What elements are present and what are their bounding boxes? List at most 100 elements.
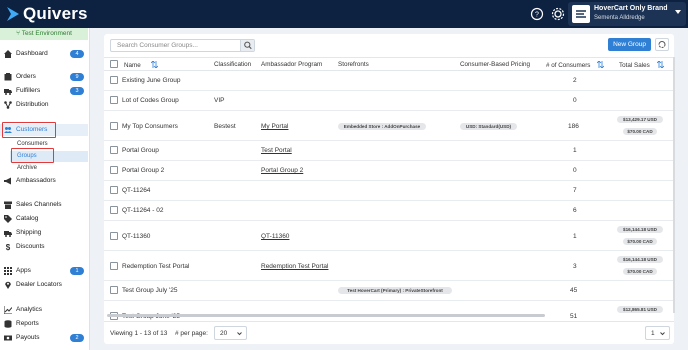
store-icon (4, 201, 12, 209)
sidebar-item-orders[interactable]: Orders 9 (0, 71, 88, 83)
truck-icon (4, 89, 12, 95)
chevron-down-icon (660, 332, 665, 336)
analytics-icon (4, 306, 12, 314)
orders-icon (4, 73, 12, 81)
sales-pill: $16,144.18 USD (617, 256, 663, 263)
sidebar-item-label: Fulfillers (16, 87, 41, 94)
group-name[interactable]: QT-11360 (122, 233, 150, 240)
logo[interactable]: Quivers (6, 4, 88, 24)
table-row[interactable]: Existing June Group 2 (104, 71, 674, 91)
table-row[interactable]: Portal Group 2 Portal Group 2 0 (104, 161, 674, 181)
row-checkbox[interactable] (110, 122, 118, 130)
table-row[interactable]: QT-11360 QT-11360 1 $16,144.18 USD $70.0… (104, 221, 674, 251)
sort-icon[interactable] (150, 61, 158, 68)
page-value: 1 (651, 330, 655, 337)
group-name[interactable]: Portal Group (122, 147, 159, 154)
column-header-classification[interactable]: Classification (214, 61, 251, 68)
per-page-select[interactable]: 20 (214, 326, 247, 340)
row-checkbox[interactable] (110, 206, 118, 214)
sidebar-item-analytics[interactable]: Analytics (0, 304, 88, 316)
consumer-count: 2 (573, 77, 577, 84)
ambassador-program-link[interactable]: Portal Group 2 (261, 167, 303, 174)
search-button[interactable] (240, 40, 254, 51)
sidebar-item-reports[interactable]: Reports (0, 318, 88, 330)
sidebar-item-discounts[interactable]: $ Discounts (0, 241, 88, 253)
brand-switcher[interactable]: HoverCart Only Brand Sementa Alldredge (568, 2, 686, 26)
refresh-button[interactable] (655, 38, 669, 51)
svg-text:$: $ (6, 243, 11, 251)
new-group-button[interactable]: New Group (608, 38, 651, 51)
ambassador-program-link[interactable]: QT-11360 (261, 233, 289, 240)
highlight-customers (2, 122, 56, 138)
group-name[interactable]: Lot of Codes Group (122, 97, 179, 104)
horizontal-scrollbar[interactable] (107, 314, 545, 317)
sidebar-item-catalog[interactable]: Catalog (0, 213, 88, 225)
consumer-count: 1 (573, 233, 577, 240)
row-checkbox[interactable] (110, 186, 118, 194)
table-row[interactable]: Redemption Test Portal Redemption Test P… (104, 251, 674, 281)
sidebar-subitem-archive[interactable]: Archive (10, 163, 88, 174)
row-checkbox[interactable] (110, 262, 118, 270)
per-page-value: 20 (220, 330, 228, 337)
group-name[interactable]: My Top Consumers (122, 123, 178, 130)
consumer-count: 3 (573, 263, 577, 270)
payouts-icon (4, 335, 12, 341)
row-checkbox[interactable] (110, 286, 118, 294)
select-all-checkbox[interactable] (110, 60, 118, 68)
row-checkbox[interactable] (110, 166, 118, 174)
sales-pill: $70.00 CAD (623, 268, 657, 275)
sort-icon[interactable] (597, 61, 605, 68)
column-header-consumers[interactable]: # of Consumers (546, 61, 605, 69)
sidebar-item-dealer-locators[interactable]: Dealer Locators (0, 279, 88, 291)
search-input[interactable]: Search Consumer Groups... (110, 39, 255, 52)
table-row[interactable]: Test Group July '25 Test HoverCart (Prim… (104, 281, 674, 301)
table-row[interactable]: Test Group June '25 51 $12,865.81 USD (104, 301, 674, 321)
table-row[interactable]: QT-11264 - 02 6 (104, 201, 674, 221)
distribution-icon (4, 101, 12, 109)
sort-icon[interactable] (656, 61, 664, 68)
table-row[interactable]: My Top Consumers Bestest My Portal Embed… (104, 111, 674, 141)
sidebar-item-ambassadors[interactable]: Ambassadors (0, 175, 88, 187)
page-select[interactable]: 1 (645, 326, 670, 340)
user-name: Sementa Alldredge (594, 15, 645, 21)
column-header-name[interactable]: Name (124, 61, 158, 69)
table-row[interactable]: Lot of Codes Group VIP 0 (104, 91, 674, 111)
help-icon[interactable]: ? (530, 7, 544, 21)
group-name[interactable]: Test Group July '25 (122, 287, 177, 294)
classification: VIP (214, 97, 225, 104)
row-checkbox[interactable] (110, 146, 118, 154)
table-row[interactable]: QT-11264 7 (104, 181, 674, 201)
count-badge: 9 (70, 73, 84, 81)
sidebar-item-apps[interactable]: Apps 1 (0, 265, 88, 277)
column-header-storefronts[interactable]: Storefronts (338, 61, 369, 68)
ambassador-program-link[interactable]: Test Portal (261, 147, 292, 154)
table-row[interactable]: Portal Group Test Portal 1 (104, 141, 674, 161)
column-header-ambassador-program[interactable]: Ambassador Program (261, 61, 322, 68)
row-checkbox[interactable] (110, 232, 118, 240)
sidebar-item-label: Catalog (16, 215, 39, 222)
column-header-consumer-pricing[interactable]: Consumer-Based Pricing (460, 61, 530, 68)
row-checkbox[interactable] (110, 76, 118, 84)
row-checkbox[interactable] (110, 96, 118, 104)
ambassador-program-link[interactable]: My Portal (261, 123, 288, 130)
sidebar-item-label: Distribution (16, 101, 49, 108)
column-header-total-sales[interactable]: Total Sales (619, 61, 664, 69)
sidebar-item-payouts[interactable]: Payouts 2 (0, 332, 88, 344)
group-name[interactable]: Existing June Group (122, 77, 181, 84)
sales-pill: $70.00 CAD (623, 238, 657, 245)
ambassador-program-link[interactable]: Redemption Test Portal (261, 263, 328, 270)
group-name[interactable]: Portal Group 2 (122, 167, 164, 174)
sidebar-item-label: Reports (16, 320, 39, 327)
vertical-scrollbar[interactable] (673, 57, 675, 313)
group-name[interactable]: QT-11264 - 02 (122, 207, 163, 214)
sidebar-item-label: Shipping (16, 229, 42, 236)
group-name[interactable]: QT-11264 (122, 187, 150, 194)
sidebar-item-label: Analytics (16, 306, 43, 313)
sidebar-item-dashboard[interactable]: Dashboard 4 (0, 48, 88, 60)
group-name[interactable]: Redemption Test Portal (122, 263, 189, 270)
sidebar-item-shipping[interactable]: Shipping (0, 227, 88, 239)
sidebar-item-fulfillers[interactable]: Fulfillers 3 (0, 85, 88, 97)
sidebar-item-distribution[interactable]: Distribution (0, 99, 88, 111)
gear-icon[interactable] (551, 7, 565, 21)
sidebar-item-sales-channels[interactable]: Sales Channels (0, 199, 88, 211)
